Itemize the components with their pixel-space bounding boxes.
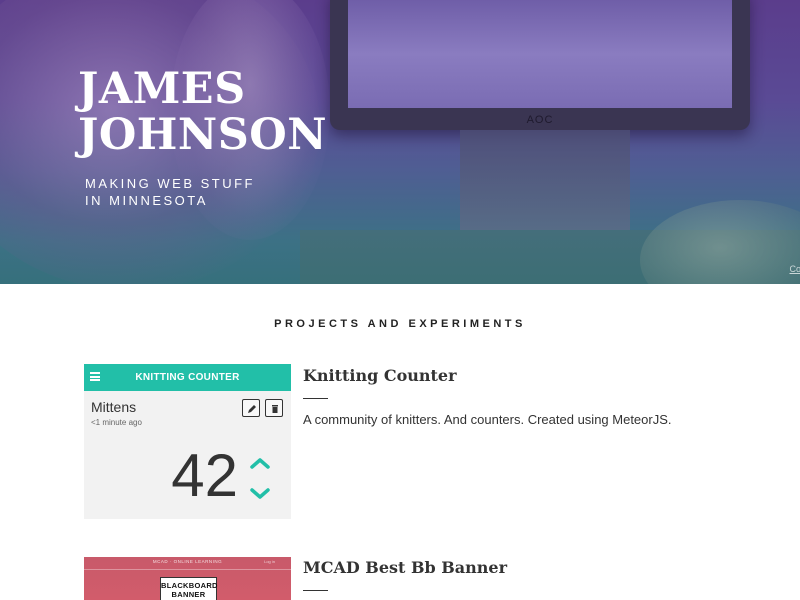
app-header-bar: KNITTING COUNTER	[84, 364, 291, 391]
hero-banner: AOC JAMES JOHNSON MAKING WEB STUFF IN MI…	[0, 0, 800, 284]
badge-line-2: BANNER	[171, 590, 206, 599]
project-description-knitting-counter: A community of knitters. And counters. C…	[303, 412, 672, 427]
chevron-up-icon	[250, 458, 270, 469]
badge-line-1: BLACKBOARD	[161, 581, 218, 590]
section-title: PROJECTS AND EXPERIMENTS	[274, 318, 526, 330]
project-thumbnail-knitting-counter[interactable]: KNITTING COUNTER Mittens <1 minute ago 4…	[84, 364, 291, 519]
increment-button[interactable]	[250, 456, 270, 470]
app-header-title: KNITTING COUNTER	[135, 372, 240, 383]
thumbnail-nav-text: MCAD · ONLINE LEARNING	[152, 559, 223, 564]
project-title-divider	[303, 590, 328, 591]
photo-credit-link[interactable]: Coo	[789, 264, 800, 274]
project-title-knitting-counter[interactable]: Knitting Counter	[303, 366, 457, 385]
edit-button[interactable]	[242, 399, 260, 417]
counter-value: 42	[171, 442, 238, 509]
hero-photo-screen	[348, 0, 732, 108]
counter-timestamp: <1 minute ago	[91, 418, 142, 427]
project-title-divider	[303, 398, 328, 399]
decrement-button[interactable]	[250, 487, 270, 501]
monitor-brand-logo: AOC	[526, 114, 554, 126]
hero-photo-monitor-stand	[460, 130, 630, 230]
delete-button[interactable]	[265, 399, 283, 417]
hero-photo-hand	[640, 200, 800, 284]
blackboard-banner-badge: BLACKBOARD BANNER	[160, 577, 217, 600]
thumbnail-nav-right: Log in	[264, 559, 275, 564]
thumbnail-divider	[84, 569, 291, 570]
trash-icon	[272, 405, 278, 413]
project-title-mcad-banner[interactable]: MCAD Best Bb Banner	[303, 558, 507, 577]
tagline-line-2: IN MINNESOTA	[85, 193, 208, 208]
tagline-line-1: MAKING WEB STUFF	[85, 176, 255, 191]
project-thumbnail-mcad-banner[interactable]: MCAD · ONLINE LEARNING Log in BLACKBOARD…	[84, 557, 291, 600]
site-tagline: MAKING WEB STUFF IN MINNESOTA	[85, 175, 345, 209]
site-title: JAMES JOHNSON	[78, 64, 328, 160]
chevron-down-icon	[250, 488, 270, 499]
counter-name: Mittens	[91, 399, 137, 415]
pencil-icon	[248, 405, 256, 413]
